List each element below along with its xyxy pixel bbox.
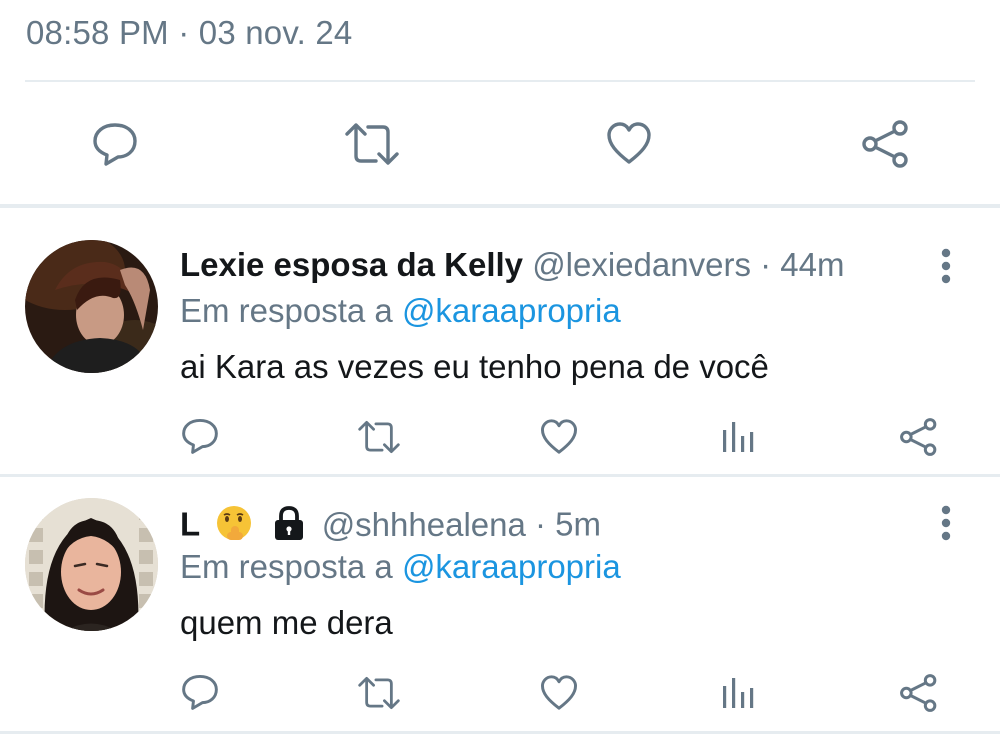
divider [25, 80, 975, 82]
lock-icon [271, 505, 307, 549]
author-handle[interactable]: @shhhealena [322, 506, 526, 543]
avatar[interactable] [25, 498, 158, 631]
share-icon[interactable] [900, 418, 938, 456]
time-separator: · [750, 246, 781, 283]
reply-mention-link[interactable]: @karaapropria [402, 548, 621, 585]
reply-mention-link[interactable]: @karaapropria [402, 292, 621, 329]
reply-context-prefix: Em resposta a [180, 548, 402, 585]
like-icon[interactable] [540, 419, 578, 454]
time-separator: · [525, 505, 556, 543]
reply-context: Em resposta a @karaapropria [180, 292, 621, 330]
tweet-timestamp: 08:58 PM · 03 nov. 24 [26, 14, 353, 51]
section-divider [0, 731, 1000, 734]
retweet-icon[interactable] [356, 676, 402, 710]
reply-author-line: L @shhhealena · 5m [180, 504, 601, 550]
more-options-icon[interactable] [940, 505, 952, 541]
reply-author-line: Lexie esposa da Kelly @lexiedanvers · 44… [180, 246, 845, 284]
reply-time: 44m [780, 246, 845, 283]
like-icon[interactable] [606, 122, 652, 164]
more-options-icon[interactable] [940, 248, 952, 284]
reply-context-prefix: Em resposta a [180, 292, 402, 329]
reply-text: quem me dera [180, 604, 393, 641]
analytics-icon[interactable] [722, 676, 754, 708]
author-handle[interactable]: @lexiedanvers [532, 246, 751, 283]
reply-icon[interactable] [92, 122, 138, 166]
section-divider [0, 204, 1000, 208]
share-icon[interactable] [862, 120, 910, 168]
author-name[interactable]: L [180, 506, 200, 543]
avatar[interactable] [25, 240, 158, 373]
reply-icon[interactable] [181, 418, 219, 454]
retweet-icon[interactable] [356, 420, 402, 454]
like-icon[interactable] [540, 675, 578, 710]
reply-icon[interactable] [181, 674, 219, 710]
section-divider [0, 474, 1000, 477]
retweet-icon[interactable] [344, 122, 400, 166]
share-icon[interactable] [900, 674, 938, 712]
reply-time: 5m [555, 505, 602, 543]
shushing-face-emoji-icon [215, 504, 253, 550]
reply-context: Em resposta a @karaapropria [180, 548, 621, 586]
author-name[interactable]: Lexie esposa da Kelly [180, 246, 523, 283]
reply-text: ai Kara as vezes eu tenho pena de você [180, 348, 769, 385]
analytics-icon[interactable] [722, 420, 754, 452]
